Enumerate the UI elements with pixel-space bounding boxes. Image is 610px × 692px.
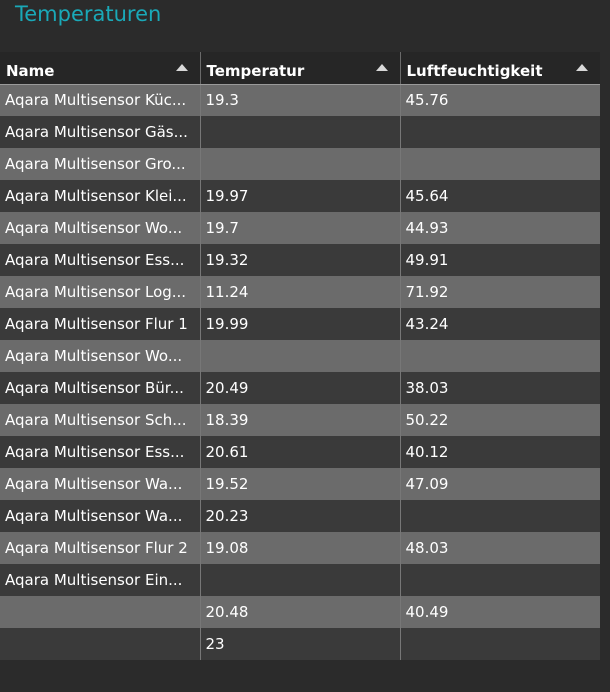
- cell-temperature: 20.61: [199, 436, 400, 468]
- cell-name: Aqara Multisensor Ess...: [0, 244, 200, 276]
- cell-name: Aqara Multisensor Ess...: [0, 436, 200, 468]
- cell-humidity: 43.24: [399, 308, 600, 340]
- cell-temperature: 18.39: [199, 404, 400, 436]
- cell-humidity: 47.09: [399, 468, 600, 500]
- cell-humidity: 48.03: [399, 532, 600, 564]
- column-header-name[interactable]: Name: [0, 52, 200, 85]
- table-row[interactable]: Aqara Multisensor Wo... 19.7 44.93: [0, 212, 600, 244]
- cell-name: Aqara Multisensor Wa...: [0, 468, 200, 500]
- cell-temperature: [199, 116, 400, 148]
- cell-humidity: 49.91: [399, 244, 600, 276]
- cell-name: [0, 596, 200, 628]
- table-row[interactable]: Aqara Multisensor Wa... 20.23: [0, 500, 600, 532]
- table-row[interactable]: Aqara Multisensor Klei... 19.97 45.64: [0, 180, 600, 212]
- cell-temperature: 19.32: [199, 244, 400, 276]
- cell-humidity: 38.03: [399, 372, 600, 404]
- cell-humidity: [399, 148, 600, 180]
- table-right-edge: [600, 52, 610, 672]
- table-row[interactable]: Aqara Multisensor Gro...: [0, 148, 600, 180]
- table-row[interactable]: Aqara Multisensor Flur 1 19.99 43.24: [0, 308, 600, 340]
- column-header-label: Name: [6, 61, 55, 80]
- table-row[interactable]: Aqara Multisensor Wo...: [0, 340, 600, 372]
- table-body: Aqara Multisensor Küc... 19.3 45.76 Aqara M…: [0, 84, 600, 660]
- cell-humidity: [399, 564, 600, 596]
- cell-humidity: 71.92: [399, 276, 600, 308]
- table-row[interactable]: Aqara Multisensor Gäs...: [0, 116, 600, 148]
- panel-title: Temperaturen: [15, 2, 162, 26]
- cell-name: Aqara Multisensor Klei...: [0, 180, 200, 212]
- sort-ascending-icon[interactable]: [175, 63, 188, 71]
- cell-temperature: 20.48: [199, 596, 400, 628]
- cell-name: Aqara Multisensor Gäs...: [0, 116, 200, 148]
- table-row[interactable]: Aqara Multisensor Küc... 19.3 45.76: [0, 84, 600, 116]
- table-row[interactable]: Aqara Multisensor Bür... 20.49 38.03: [0, 372, 600, 404]
- cell-name: Aqara Multisensor Flur 2: [0, 532, 200, 564]
- column-header-humidity[interactable]: Luftfeuchtigkeit: [399, 52, 600, 85]
- data-table: Name Temperatur Luftfeuchtigkeit Aqara M…: [0, 52, 600, 660]
- cell-humidity: 40.49: [399, 596, 600, 628]
- table-row[interactable]: Aqara Multisensor Log... 11.24 71.92: [0, 276, 600, 308]
- sort-ascending-icon[interactable]: [576, 63, 588, 71]
- sort-ascending-icon[interactable]: [375, 63, 388, 71]
- cell-temperature: 20.49: [199, 372, 400, 404]
- cell-humidity: 50.22: [399, 404, 600, 436]
- temperature-panel: Temperaturen Name Temperatur Luftfeuchti…: [0, 0, 610, 692]
- table-row[interactable]: 20.48 40.49: [0, 596, 600, 628]
- cell-temperature: [199, 340, 400, 372]
- column-header-label: Luftfeuchtigkeit: [406, 61, 543, 80]
- cell-name: Aqara Multisensor Bür...: [0, 372, 200, 404]
- cell-temperature: [199, 564, 400, 596]
- cell-temperature: 19.3: [199, 84, 400, 116]
- cell-name: Aqara Multisensor Wo...: [0, 212, 200, 244]
- cell-humidity: [399, 628, 600, 660]
- cell-name: [0, 628, 200, 660]
- cell-name: Aqara Multisensor Küc...: [0, 84, 200, 116]
- cell-name: Aqara Multisensor Log...: [0, 276, 200, 308]
- cell-temperature: 19.08: [199, 532, 400, 564]
- cell-name: Aqara Multisensor Wo...: [0, 340, 200, 372]
- table-row[interactable]: Aqara Multisensor Sch... 18.39 50.22: [0, 404, 600, 436]
- cell-temperature: 19.99: [199, 308, 400, 340]
- cell-humidity: [399, 340, 600, 372]
- table-row[interactable]: Aqara Multisensor Wa... 19.52 47.09: [0, 468, 600, 500]
- cell-name: Aqara Multisensor Flur 1: [0, 308, 200, 340]
- table-row[interactable]: Aqara Multisensor Ess... 20.61 40.12: [0, 436, 600, 468]
- cell-name: Aqara Multisensor Gro...: [0, 148, 200, 180]
- cell-temperature: 19.97: [199, 180, 400, 212]
- cell-humidity: [399, 116, 600, 148]
- table-row[interactable]: Aqara Multisensor Ein...: [0, 564, 600, 596]
- cell-name: Aqara Multisensor Ein...: [0, 564, 200, 596]
- cell-temperature: 19.7: [199, 212, 400, 244]
- cell-temperature: 20.23: [199, 500, 400, 532]
- cell-humidity: 45.64: [399, 180, 600, 212]
- cell-name: Aqara Multisensor Sch...: [0, 404, 200, 436]
- table-row[interactable]: 23: [0, 628, 600, 660]
- table-row[interactable]: Aqara Multisensor Ess... 19.32 49.91: [0, 244, 600, 276]
- cell-humidity: 40.12: [399, 436, 600, 468]
- column-header-label: Temperatur: [206, 61, 305, 80]
- cell-temperature: 19.52: [199, 468, 400, 500]
- cell-temperature: 11.24: [199, 276, 400, 308]
- column-header-temperature[interactable]: Temperatur: [199, 52, 400, 85]
- cell-humidity: 45.76: [399, 84, 600, 116]
- cell-name: Aqara Multisensor Wa...: [0, 500, 200, 532]
- cell-humidity: [399, 500, 600, 532]
- table-row[interactable]: Aqara Multisensor Flur 2 19.08 48.03: [0, 532, 600, 564]
- table-header-row: Name Temperatur Luftfeuchtigkeit: [0, 52, 600, 85]
- cell-temperature: [199, 148, 400, 180]
- cell-humidity: 44.93: [399, 212, 600, 244]
- cell-temperature: 23: [199, 628, 400, 660]
